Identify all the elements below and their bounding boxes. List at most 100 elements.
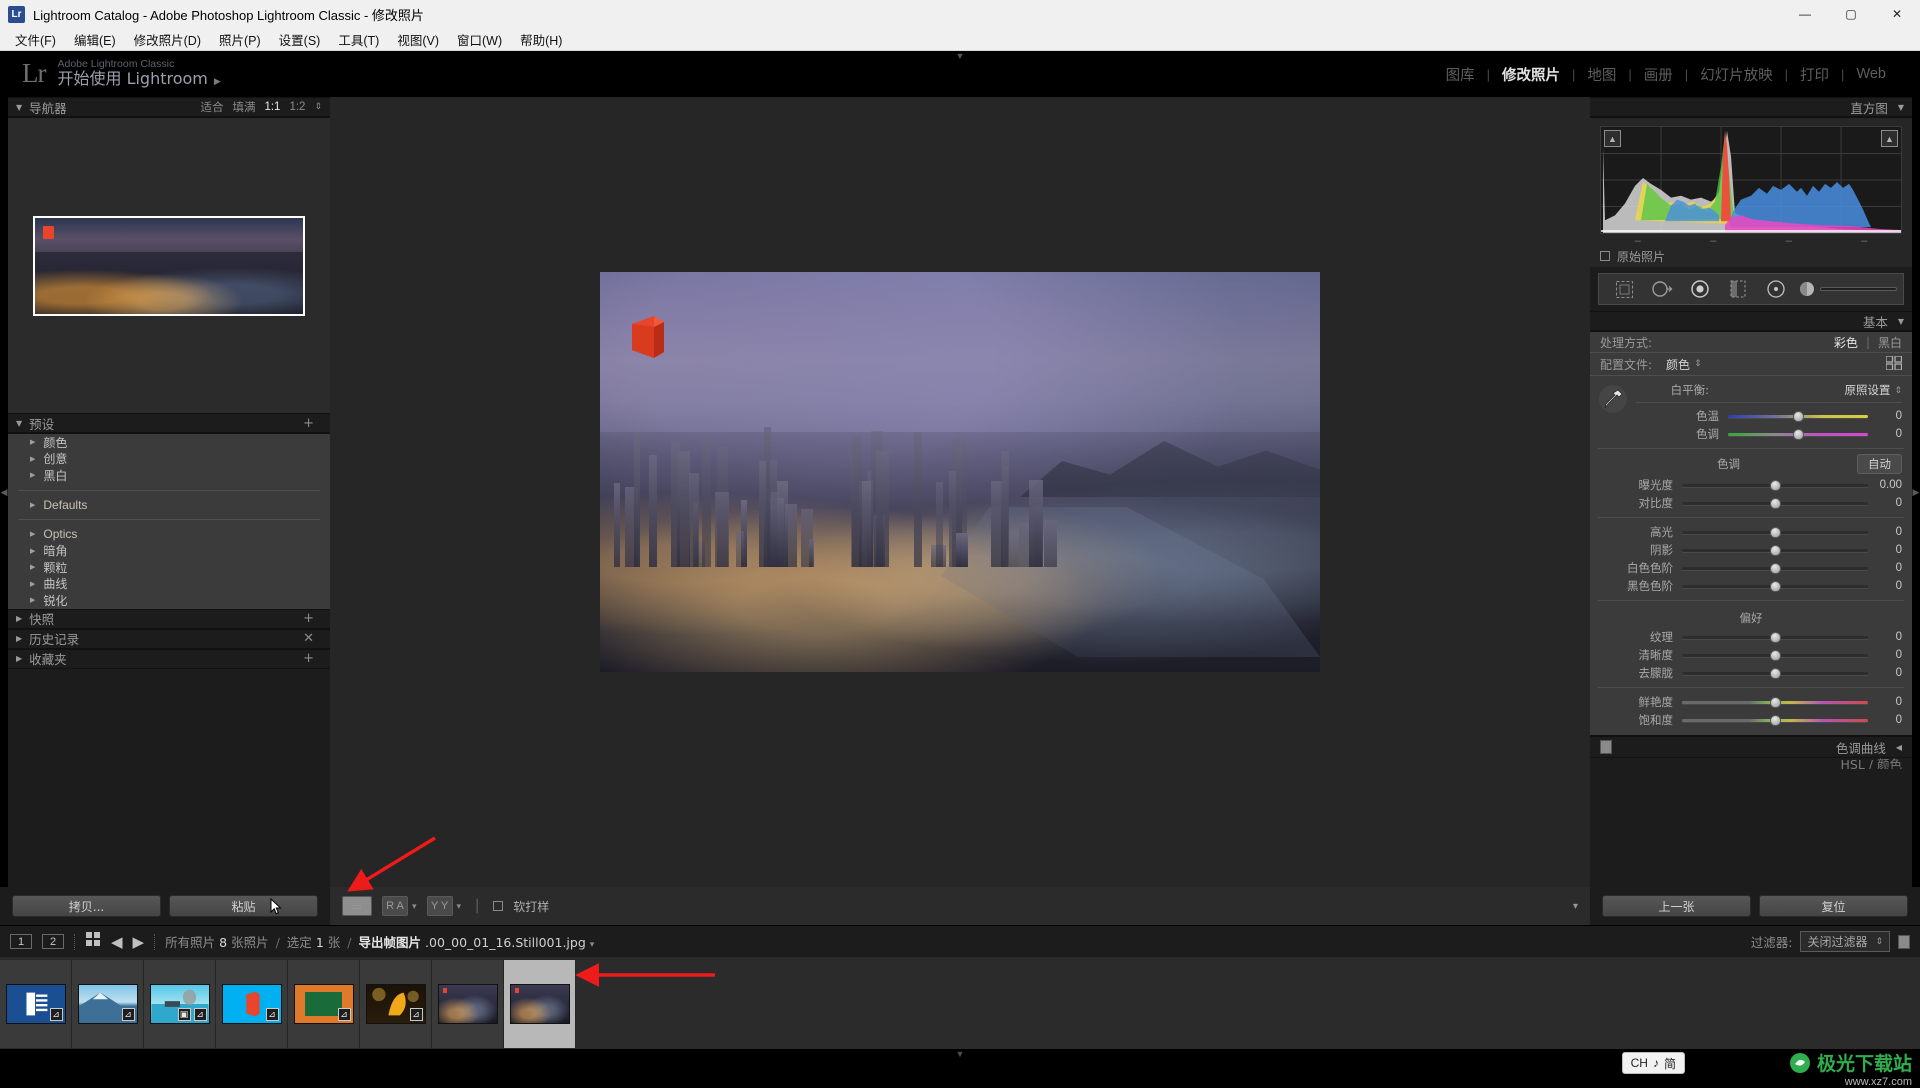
white-balance-value[interactable]: 原照设置 xyxy=(1844,382,1890,398)
go-back-icon[interactable]: ◀ xyxy=(111,933,123,951)
original-photo-row[interactable]: 原始照片 xyxy=(1590,245,1912,267)
chevron-right-icon[interactable]: ▶ xyxy=(30,471,35,479)
chevron-right-icon[interactable]: ▶ xyxy=(30,530,35,538)
slider-track[interactable] xyxy=(1682,531,1868,534)
slider-色温[interactable]: 色温0 xyxy=(1636,407,1912,425)
slider-knob[interactable] xyxy=(1770,563,1781,574)
navigator-thumbnail[interactable] xyxy=(33,216,305,316)
beach-boat-thumb[interactable]: ▣⊿ xyxy=(144,960,216,1048)
mountain-lake-thumb[interactable]: ⊿ xyxy=(72,960,144,1048)
main-photo[interactable] xyxy=(600,272,1320,672)
add-preset-button[interactable]: + xyxy=(303,416,322,431)
before-after-button[interactable]: R A xyxy=(382,896,408,916)
yy-caret-icon[interactable]: ▾ xyxy=(457,901,462,912)
menu-item-5[interactable]: 工具(T) xyxy=(329,28,388,51)
slider-knob[interactable] xyxy=(1770,527,1781,538)
left-panel-handle[interactable]: ◀ xyxy=(0,97,8,887)
preset-group-锐化[interactable]: ▶锐化 xyxy=(8,592,330,609)
breadcrumb-caret-icon[interactable]: ▾ xyxy=(590,940,595,950)
chevron-down-icon[interactable]: ▼ xyxy=(16,103,22,112)
close-button[interactable]: ✕ xyxy=(1874,0,1920,28)
filmstrip-toggle[interactable]: ▼ xyxy=(956,1049,965,1059)
cityscape-thumb[interactable] xyxy=(432,960,504,1048)
slider-track[interactable] xyxy=(1682,719,1868,722)
history-header[interactable]: ▶ 历史记录 ✕ xyxy=(8,629,330,649)
snapshots-header[interactable]: ▶ 快照 + xyxy=(8,609,330,629)
chevron-right-icon[interactable]: ▶ xyxy=(30,455,35,463)
slider-track[interactable] xyxy=(1682,567,1868,570)
slider-track[interactable] xyxy=(1682,654,1868,657)
filter-stepper-icon[interactable]: ⇕ xyxy=(1875,936,1883,947)
slider-value[interactable]: 0 xyxy=(1868,580,1902,592)
slider-track[interactable] xyxy=(1682,484,1868,487)
slider-对比度[interactable]: 对比度0 xyxy=(1590,494,1912,512)
module-幻灯片放映[interactable]: 幻灯片放映 xyxy=(1688,64,1785,85)
crop-icon[interactable] xyxy=(1605,276,1643,302)
slider-knob[interactable] xyxy=(1793,411,1804,422)
breadcrumb-folder[interactable]: 导出帧图片 xyxy=(359,932,422,951)
slider-knob[interactable] xyxy=(1770,715,1781,726)
preset-group-Defaults[interactable]: ▶Defaults xyxy=(8,497,330,514)
module-打印[interactable]: 打印 xyxy=(1788,64,1841,85)
chevron-down-icon[interactable]: ▼ xyxy=(1898,103,1904,112)
tone-curve-header[interactable]: 色调曲线 ◀ xyxy=(1590,736,1912,757)
histogram-header[interactable]: 直方图 ▼ xyxy=(1590,97,1912,117)
slider-knob[interactable] xyxy=(1770,498,1781,509)
paste-button[interactable]: 粘贴 xyxy=(169,895,318,917)
slider-清晰度[interactable]: 清晰度0 xyxy=(1590,646,1912,664)
profile-value[interactable]: 颜色 xyxy=(1666,356,1690,373)
hsl-header[interactable]: HSL / 颜色 xyxy=(1590,757,1912,769)
image-viewport[interactable] xyxy=(330,97,1590,887)
maximize-button[interactable]: ▢ xyxy=(1828,0,1874,28)
module-Web[interactable]: Web xyxy=(1844,66,1898,82)
slider-value[interactable]: 0 xyxy=(1868,497,1902,509)
profile-browser-grid-icon[interactable] xyxy=(1886,356,1902,373)
before-after-caret-icon[interactable]: ▾ xyxy=(412,901,417,912)
chevron-down-icon[interactable]: ▼ xyxy=(1898,317,1904,326)
basic-header[interactable]: 基本 ▼ xyxy=(1590,311,1912,331)
slider-knob[interactable] xyxy=(1770,668,1781,679)
loupe-view-button[interactable]: ▭ xyxy=(342,896,372,916)
chevron-right-icon[interactable]: ▶ xyxy=(30,563,35,571)
graduated-filter-icon[interactable] xyxy=(1719,276,1757,302)
slider-value[interactable]: 0 xyxy=(1868,714,1902,726)
preset-group-暗角[interactable]: ▶暗角 xyxy=(8,543,330,560)
filter-toggle-switch[interactable] xyxy=(1898,935,1910,949)
module-画册[interactable]: 画册 xyxy=(1632,64,1685,85)
white-balance-stepper-icon[interactable]: ⇕ xyxy=(1894,385,1902,396)
slider-track[interactable] xyxy=(1682,502,1868,505)
navigator-zoom-适合[interactable]: 适合 xyxy=(200,99,223,115)
filter-dropdown[interactable]: 关闭过滤器 ⇕ xyxy=(1800,931,1890,952)
collections-header[interactable]: ▶ 收藏夹 + xyxy=(8,649,330,669)
identity-plate[interactable]: Lr Adobe Lightroom Classic 开始使用 Lightroo… xyxy=(0,58,221,89)
slider-knob[interactable] xyxy=(1770,480,1781,491)
white-balance-eyedropper[interactable] xyxy=(1590,380,1636,443)
slider-value[interactable]: 0 xyxy=(1868,544,1902,556)
original-photo-checkbox[interactable] xyxy=(1600,251,1610,261)
chevron-right-icon[interactable]: ▶ xyxy=(16,614,22,623)
slider-track[interactable] xyxy=(1682,636,1868,639)
navigator-header[interactable]: ▼ 导航器 适合填满1:11:2⇕ xyxy=(8,97,330,117)
preset-group-Optics[interactable]: ▶Optics xyxy=(8,526,330,543)
chevron-right-icon[interactable]: ▶ xyxy=(30,596,35,604)
preset-group-黑白[interactable]: ▶黑白 xyxy=(8,467,330,484)
right-panel-handle[interactable]: ▶ xyxy=(1912,97,1920,887)
slider-value[interactable]: 0 xyxy=(1868,696,1902,708)
minimize-button[interactable]: — xyxy=(1782,0,1828,28)
slider-黑色色阶[interactable]: 黑色色阶0 xyxy=(1590,577,1912,595)
top-panel-toggle[interactable]: ▼ xyxy=(956,51,965,61)
menu-item-1[interactable]: 编辑(E) xyxy=(65,28,125,51)
previous-button[interactable]: 上一张 xyxy=(1602,895,1751,917)
green-frame-thumb[interactable]: ⊿ xyxy=(288,960,360,1048)
histogram-graph[interactable]: ▲ ▲ xyxy=(1600,126,1902,234)
module-图库[interactable]: 图库 xyxy=(1434,64,1487,85)
auto-tone-button[interactable]: 自动 xyxy=(1857,454,1902,474)
preset-group-颗粒[interactable]: ▶颗粒 xyxy=(8,559,330,576)
slider-track[interactable] xyxy=(1728,415,1868,418)
slider-track[interactable] xyxy=(1682,585,1868,588)
chevron-right-icon[interactable]: ▶ xyxy=(16,654,22,663)
navigator-preview[interactable] xyxy=(8,117,330,413)
slider-value[interactable]: 0 xyxy=(1868,667,1902,679)
navigator-zoom-modes[interactable]: 适合填满1:11:2⇕ xyxy=(200,99,322,115)
copy-button[interactable]: 拷贝... xyxy=(12,895,161,917)
